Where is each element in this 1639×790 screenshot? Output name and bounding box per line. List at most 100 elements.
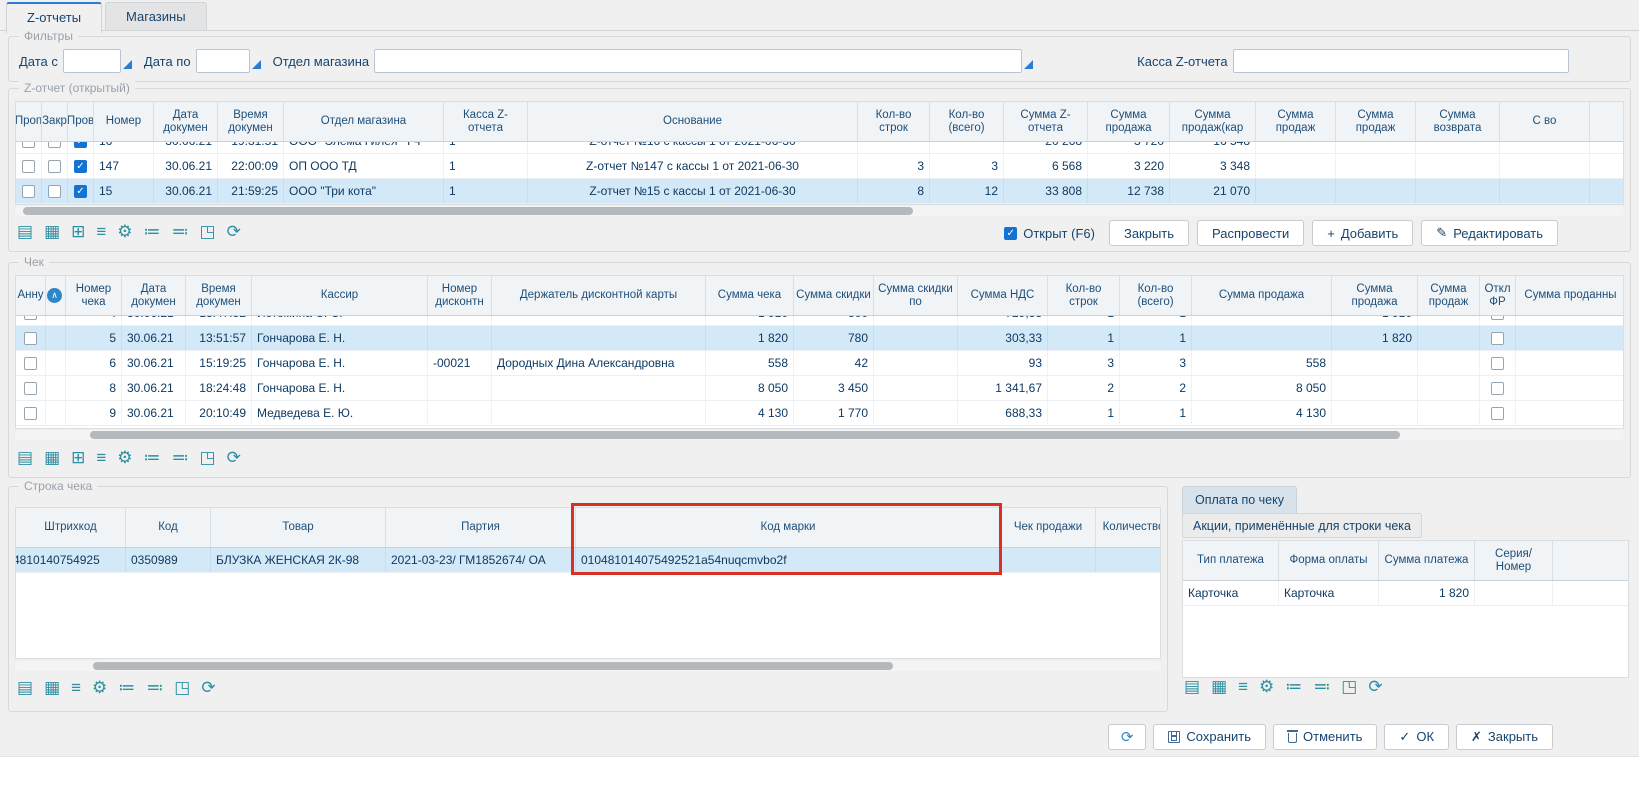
column-header[interactable]: Количество	[1096, 508, 1160, 547]
column-header[interactable]: Анну	[16, 276, 46, 315]
column-header[interactable]: Сумма возврата	[1416, 102, 1500, 141]
column-header[interactable]: Сумма скидки	[794, 276, 874, 315]
calendar-icon[interactable]: ⊞	[71, 223, 85, 240]
checkbox-unchecked[interactable]	[24, 382, 37, 395]
dropdown-triangle-icon[interactable]	[123, 60, 132, 69]
view-list-icon[interactable]: ▤	[17, 679, 33, 696]
sort-asc-icon[interactable]: ∧	[47, 288, 62, 303]
column-header[interactable]: Кол-во (всего)	[930, 102, 1004, 141]
column-header[interactable]: Основание	[528, 102, 858, 141]
close-zreport-button[interactable]: Закрыть	[1109, 220, 1189, 246]
zreport-hscrollbar[interactable]	[15, 206, 1624, 216]
column-header[interactable]: Держатель дисконтной карты	[492, 276, 706, 315]
filter-icon[interactable]: ≡	[1238, 678, 1248, 695]
open-external-icon[interactable]: ◳	[174, 679, 190, 696]
column-header[interactable]: Сумма продаж	[1256, 102, 1336, 141]
refresh-icon[interactable]: ⟳	[227, 223, 241, 240]
refresh-icon[interactable]: ⟳	[1368, 678, 1382, 695]
checkbox-unchecked[interactable]	[22, 160, 35, 173]
checkbox-unchecked[interactable]	[1491, 332, 1504, 345]
table-row[interactable]: 930.06.2120:10:49Медведева Е. Ю.4 1301 7…	[16, 401, 1623, 426]
table-row[interactable]: 530.06.2113:51:57Гончарова Е. Н.1 820780…	[16, 326, 1623, 351]
column-header[interactable]: Код марки	[576, 508, 1001, 547]
column-header[interactable]: Серия/ Номер	[1475, 541, 1553, 580]
table-row[interactable]: 630.06.2115:19:25Гончарова Е. Н.-00021До…	[16, 351, 1623, 376]
column-header[interactable]: Время докумен	[218, 102, 284, 141]
open-external-icon[interactable]: ◳	[200, 449, 216, 466]
column-header[interactable]: Сумма продаж(кар	[1170, 102, 1256, 141]
view-list-icon[interactable]: ▤	[17, 449, 33, 466]
ok-button[interactable]: ✓ ОК	[1384, 724, 1449, 750]
column-header[interactable]: Сумма скидки по	[874, 276, 958, 315]
column-header[interactable]: Кол-во строк	[858, 102, 930, 141]
refresh-icon[interactable]: ⟳	[201, 679, 215, 696]
date-to-input[interactable]	[196, 49, 250, 73]
table-row[interactable]: КарточкаКарточка1 820	[1183, 581, 1628, 606]
column-header[interactable]: Сумма продажа	[1192, 276, 1332, 315]
settings-gear-icon[interactable]: ⚙	[1259, 678, 1274, 695]
checkbox-checked[interactable]: ✓	[74, 185, 87, 198]
checkbox-unchecked[interactable]	[24, 407, 37, 420]
settings-gear-icon[interactable]: ⚙	[117, 223, 132, 240]
column-header[interactable]: Время докумен	[186, 276, 252, 315]
column-header[interactable]: Откл ФР	[1480, 276, 1516, 315]
checkbox-unchecked[interactable]	[1491, 407, 1504, 420]
checkbox-unchecked[interactable]	[24, 332, 37, 345]
list-add-icon[interactable]: ≕	[172, 449, 189, 466]
numbered-list-icon[interactable]: ≔	[1285, 678, 1302, 695]
kassa-input[interactable]	[1233, 49, 1569, 73]
table-row[interactable]: ✓1530.06.2121:59:25ООО "Три кота"1Z-отче…	[16, 179, 1623, 204]
open-f6-checkbox[interactable]: ✓ Открыт (F6)	[1004, 226, 1095, 241]
dropdown-triangle-icon[interactable]	[252, 60, 261, 69]
view-table-icon[interactable]: ▦	[44, 223, 60, 240]
open-external-icon[interactable]: ◳	[1341, 678, 1357, 695]
column-header[interactable]: Партия	[386, 508, 576, 547]
checkbox-unchecked[interactable]	[48, 185, 61, 198]
receipt-hscrollbar[interactable]	[15, 430, 1624, 440]
open-external-icon[interactable]: ◳	[200, 223, 216, 240]
table-row[interactable]: 430.06.2113:47:52Истомина С. С.1 9108007…	[16, 316, 1623, 326]
dropdown-triangle-icon[interactable]	[1024, 60, 1033, 69]
column-header[interactable]: Пров	[68, 102, 94, 141]
column-header[interactable]: Сумма проданны	[1516, 276, 1623, 315]
save-button[interactable]: Сохранить	[1153, 724, 1266, 750]
zreport-hscroll-thumb[interactable]	[23, 207, 913, 215]
checkbox-unchecked[interactable]	[1491, 382, 1504, 395]
column-header[interactable]: ∧	[46, 276, 66, 315]
numbered-list-icon[interactable]: ≔	[118, 679, 135, 696]
receipt-hscroll-thumb[interactable]	[90, 431, 1400, 439]
checkbox-checked[interactable]: ✓	[74, 142, 87, 148]
view-table-icon[interactable]: ▦	[44, 449, 60, 466]
checkbox-unchecked[interactable]	[22, 142, 35, 148]
edit-button[interactable]: ✎ Редактировать	[1421, 220, 1558, 246]
checkbox-unchecked[interactable]	[24, 357, 37, 370]
department-input[interactable]	[374, 49, 1022, 73]
column-header[interactable]: Номер чека	[66, 276, 122, 315]
tab-stores[interactable]: Магазины	[105, 2, 207, 30]
receipt-line-hscrollbar[interactable]	[15, 661, 1161, 671]
checkbox-unchecked[interactable]	[48, 142, 61, 148]
list-add-icon[interactable]: ≕	[1313, 678, 1330, 695]
column-header[interactable]: Кол-во строк	[1048, 276, 1120, 315]
column-header[interactable]: Касса Z-отчета	[444, 102, 528, 141]
column-header[interactable]: Проп	[16, 102, 42, 141]
calendar-icon[interactable]: ⊞	[71, 449, 85, 466]
column-header[interactable]: Код	[126, 508, 211, 547]
column-header[interactable]: Сумма продажа	[1088, 102, 1170, 141]
table-row[interactable]: 48101407549250350989БЛУЗКА ЖЕНСКАЯ 2К-98…	[16, 548, 1160, 573]
refresh-button[interactable]: ⟳	[1108, 724, 1147, 750]
column-header[interactable]: Сумма НДС	[958, 276, 1048, 315]
column-header[interactable]: Номер дисконтн	[428, 276, 492, 315]
date-from-input[interactable]	[63, 49, 121, 73]
column-header[interactable]: Отдел магазина	[284, 102, 444, 141]
unpost-button[interactable]: Распровести	[1197, 220, 1304, 246]
column-header[interactable]: С во	[1500, 102, 1590, 141]
table-row[interactable]: ✓1630.06.2119:31:51ООО "Элема Гилея" ТЧ1…	[16, 142, 1623, 154]
column-header[interactable]: Кол-во (всего)	[1120, 276, 1192, 315]
view-table-icon[interactable]: ▦	[1211, 678, 1227, 695]
column-header[interactable]: Товар	[211, 508, 386, 547]
settings-gear-icon[interactable]: ⚙	[92, 679, 107, 696]
column-header[interactable]: Дата докумен	[154, 102, 218, 141]
column-header[interactable]: Сумма продаж	[1336, 102, 1416, 141]
column-header[interactable]: Сумма продаж	[1418, 276, 1480, 315]
